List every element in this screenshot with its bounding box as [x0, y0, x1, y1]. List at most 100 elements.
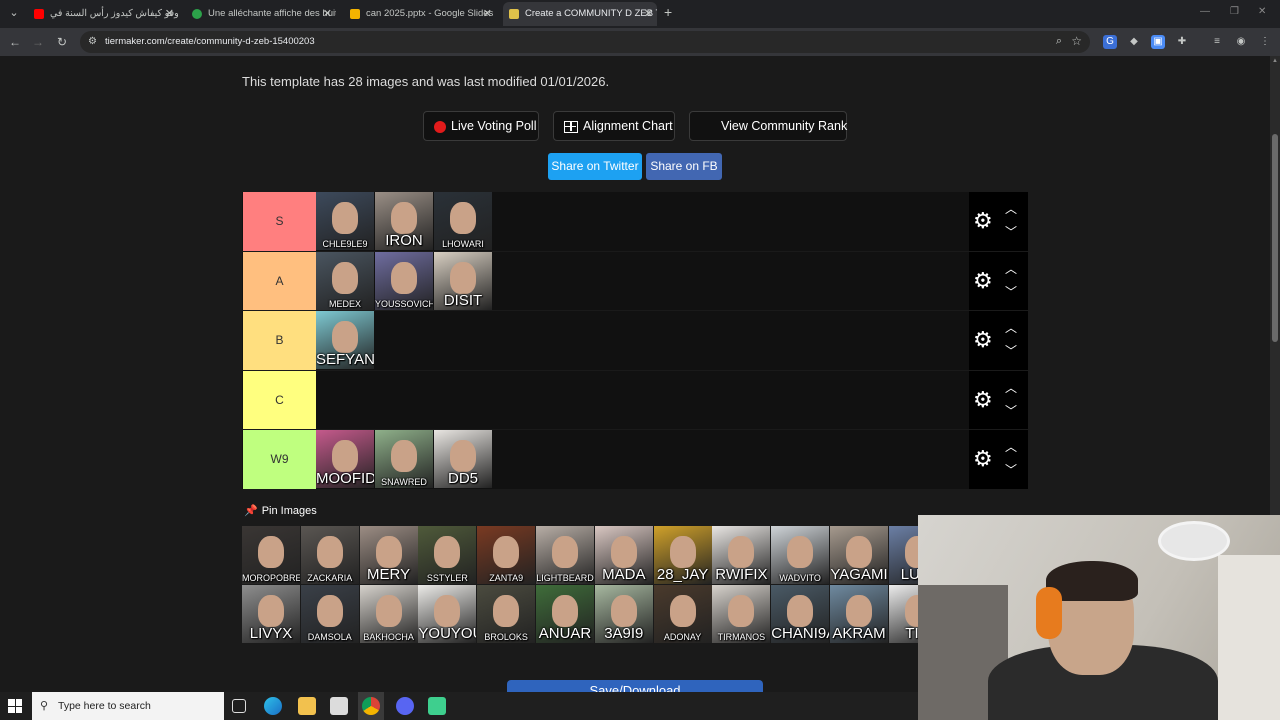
pin-images-header[interactable]: 📌 Pin Images: [244, 504, 317, 517]
tier-image-item[interactable]: MOROPOBRE: [242, 526, 300, 584]
tier-image-item[interactable]: 3A9I9: [594, 585, 653, 643]
chevron-up-icon[interactable]: ︿: [1005, 263, 1017, 275]
scroll-thumb[interactable]: [1272, 134, 1278, 342]
translate-extension-icon[interactable]: G: [1103, 35, 1117, 49]
tab-youtube[interactable]: شوفو كيفاش كيدوز رأس السنة في ✕: [28, 2, 178, 26]
chevron-up-icon[interactable]: ︿: [1005, 382, 1017, 394]
store-icon[interactable]: [330, 697, 348, 715]
back-arrow-icon[interactable]: ←: [7, 34, 23, 50]
tab-search-icon[interactable]: ⌄: [6, 5, 22, 21]
tier-image-item[interactable]: ZACKARIA: [300, 526, 359, 584]
close-tab-icon[interactable]: ✕: [644, 2, 653, 26]
chevron-up-icon[interactable]: ︿: [1005, 322, 1017, 334]
tier-label[interactable]: C: [243, 370, 316, 429]
close-window-icon[interactable]: ✕: [1258, 6, 1266, 17]
chevron-down-icon[interactable]: ﹀: [1005, 464, 1017, 476]
share-facebook-button[interactable]: Share on FB: [646, 153, 722, 180]
tier-label[interactable]: B: [243, 311, 316, 370]
tier-image-item[interactable]: MEDEX: [316, 251, 374, 310]
tier-image-item[interactable]: TIG: [888, 585, 918, 643]
chevron-down-icon[interactable]: ﹀: [1005, 345, 1017, 357]
edge-icon[interactable]: [264, 697, 282, 715]
chevron-down-icon[interactable]: ﹀: [1005, 286, 1017, 298]
extension-icon[interactable]: ◆: [1127, 35, 1141, 49]
tier-image-item[interactable]: MADA: [594, 526, 653, 584]
gear-icon[interactable]: ⚙: [973, 448, 995, 470]
site-info-icon[interactable]: ⚙: [88, 36, 100, 48]
url-text[interactable]: tiermaker.com/create/community-d-zeb-154…: [105, 31, 315, 53]
tier-image-item[interactable]: YOUSSOVICH: [375, 251, 433, 310]
file-explorer-icon[interactable]: [298, 697, 316, 715]
chevron-up-icon[interactable]: ︿: [1005, 203, 1017, 215]
scroll-up-icon[interactable]: ▲: [1272, 58, 1278, 64]
tier-image-item[interactable]: MOOFID: [316, 430, 374, 488]
live-voting-poll-button[interactable]: Live Voting Poll: [423, 111, 539, 141]
forward-arrow-icon[interactable]: →: [30, 34, 46, 50]
tier-image-item[interactable]: 28_JAY: [653, 526, 712, 584]
gear-icon[interactable]: ⚙: [973, 210, 995, 232]
discord-icon[interactable]: [396, 697, 414, 715]
chevron-down-icon[interactable]: ﹀: [1005, 405, 1017, 417]
windows-start-icon[interactable]: [8, 699, 22, 713]
close-tab-icon[interactable]: ✕: [483, 2, 492, 26]
tier-image-item[interactable]: LIGHTBEARD: [536, 526, 594, 584]
tier-image-item[interactable]: WADVITO: [771, 526, 830, 584]
chevron-up-icon[interactable]: ︿: [1005, 441, 1017, 453]
address-bar[interactable]: ⚙ tiermaker.com/create/community-d-zeb-1…: [80, 31, 1090, 53]
app-icon[interactable]: [428, 697, 446, 715]
tier-image-item[interactable]: BAKHOCHA: [359, 585, 418, 643]
zoom-icon[interactable]: ⌕: [1056, 35, 1062, 48]
tier-image-item[interactable]: SEFYAN: [316, 311, 374, 369]
tier-image-item[interactable]: TIRMANOS: [712, 585, 771, 643]
tier-image-item[interactable]: RWIFIX: [712, 526, 771, 584]
gear-icon[interactable]: ⚙: [973, 388, 995, 411]
tier-image-item[interactable]: YOUYOU: [418, 585, 477, 643]
minimize-icon[interactable]: —: [1200, 6, 1210, 17]
tier-image-item[interactable]: SNAWRED: [375, 430, 433, 488]
chevron-down-icon[interactable]: ﹀: [1005, 226, 1017, 238]
menu-dots-icon[interactable]: ⋮: [1258, 35, 1272, 49]
tier-image-item[interactable]: CHANI9A: [771, 585, 830, 643]
extensions-puzzle-icon[interactable]: ✚: [1175, 35, 1189, 49]
tier-image-item[interactable]: ANUAR: [536, 585, 594, 643]
close-tab-icon[interactable]: ✕: [165, 2, 174, 26]
tier-image-item[interactable]: DD5: [434, 430, 492, 488]
tier-image-item[interactable]: LUCI: [888, 526, 918, 584]
tier-image-item[interactable]: CHLE9LE9: [316, 192, 374, 250]
tier-image-item[interactable]: DAMSOLA: [300, 585, 359, 643]
tier-image-item[interactable]: YAGAMI: [830, 526, 888, 584]
tier-image-item[interactable]: IRON: [375, 192, 433, 250]
tab-article[interactable]: Une alléchante affiche des huit ✕: [186, 2, 336, 26]
tier-label[interactable]: S: [243, 192, 316, 251]
tier-label[interactable]: A: [243, 251, 316, 310]
tier-image-item[interactable]: BROLOKS: [477, 585, 536, 643]
tier-image-item[interactable]: MERY: [359, 526, 418, 584]
task-view-icon[interactable]: [232, 699, 246, 713]
view-community-rank-button[interactable]: View Community Rank: [689, 111, 847, 141]
close-tab-icon[interactable]: ✕: [323, 2, 332, 26]
gear-icon[interactable]: ⚙: [973, 329, 995, 351]
reload-icon[interactable]: ↻: [54, 34, 70, 50]
tier-image-item[interactable]: ZANTA9: [477, 526, 536, 584]
maximize-icon[interactable]: ❐: [1230, 6, 1239, 17]
tier-label[interactable]: W9: [243, 430, 316, 489]
tier-image-item[interactable]: LHOWARI: [434, 192, 492, 250]
new-tab-button[interactable]: +: [664, 4, 672, 20]
alignment-chart-button[interactable]: Alignment Chart: [553, 111, 675, 141]
chrome-icon[interactable]: [362, 697, 380, 715]
tier-image-item[interactable]: DISIT: [434, 251, 492, 310]
tier-image-item[interactable]: AKRAM: [830, 585, 888, 643]
taskbar-search-box[interactable]: ⚲ Type here to search: [32, 692, 224, 720]
media-controls-icon[interactable]: ≡: [1210, 35, 1224, 49]
profile-icon[interactable]: ◉: [1234, 35, 1248, 49]
bookmark-star-icon[interactable]: ☆: [1071, 34, 1082, 48]
save-download-button[interactable]: Save/Download: [507, 680, 763, 692]
extension-icon[interactable]: ▣: [1151, 35, 1165, 49]
tier-image-item[interactable]: LIVYX: [242, 585, 300, 643]
share-twitter-button[interactable]: Share on Twitter: [548, 153, 642, 180]
tier-image-item[interactable]: ADONAY: [653, 585, 712, 643]
tab-tiermaker[interactable]: Create a COMMUNITY D ZEB Ti ✕: [503, 2, 657, 26]
tab-google-slides[interactable]: can 2025.pptx - Google Slides ✕: [344, 2, 496, 26]
gear-icon[interactable]: ⚙: [973, 269, 995, 292]
tier-image-item[interactable]: SSTYLER: [418, 526, 477, 584]
